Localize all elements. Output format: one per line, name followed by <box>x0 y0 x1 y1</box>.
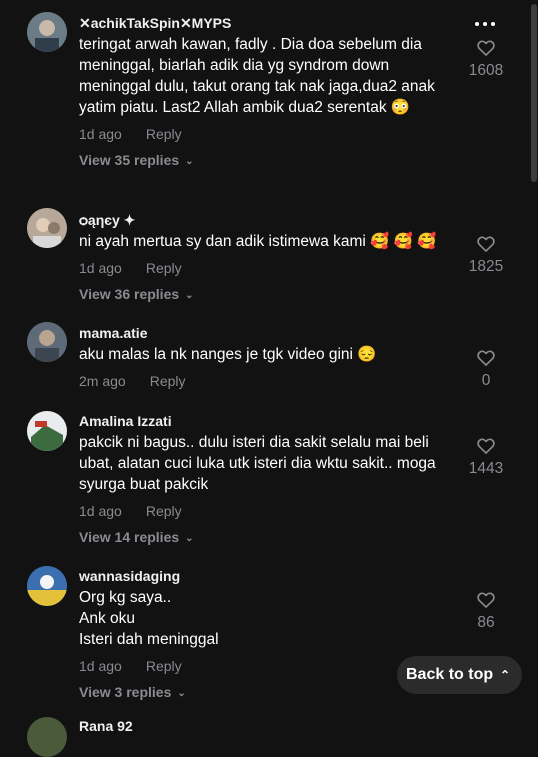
comment-meta: 1d ago Reply <box>79 657 451 675</box>
comment-text: pakcik ni bagus.. dulu isteri dia sakit … <box>79 434 436 493</box>
comment-text: teringat arwah kawan, fadly . Dia doa se… <box>79 36 435 116</box>
comment-meta: 1d ago Reply <box>79 502 451 520</box>
comment-time: 1d ago <box>79 658 122 674</box>
more-horizontal-icon[interactable] <box>475 15 497 33</box>
view-replies-button[interactable]: View 14 replies ⌄ <box>79 528 451 546</box>
comment-username[interactable]: ✕achikTakSpin✕MYPS <box>79 14 451 32</box>
like-control: 1825 <box>460 234 512 276</box>
like-count: 1443 <box>468 460 504 477</box>
reply-button[interactable]: Reply <box>146 260 182 276</box>
chevron-down-icon: ⌄ <box>185 156 194 167</box>
comment-time: 2m ago <box>79 373 126 389</box>
heart-icon[interactable] <box>476 234 496 254</box>
chevron-down-icon: ⌄ <box>185 533 194 544</box>
like-control: 86 <box>460 590 512 632</box>
comment-text: ni ayah mertua sy dan adik istimewa kami… <box>79 233 437 250</box>
comment-text: Org kg saya.. Ank oku Isteri dah meningg… <box>79 589 219 648</box>
reply-button[interactable]: Reply <box>146 503 182 519</box>
view-replies-button[interactable]: View 3 replies ⌄ <box>79 683 451 701</box>
reply-button[interactable]: Reply <box>146 126 182 142</box>
comment-meta: 1d ago Reply <box>79 259 451 277</box>
heart-icon[interactable] <box>476 590 496 610</box>
scrollbar-thumb[interactable] <box>531 4 537 182</box>
comment-time: 1d ago <box>79 260 122 276</box>
chevron-down-icon: ⌄ <box>185 290 194 301</box>
comment-username[interactable]: Amalina Izzati <box>79 412 451 430</box>
scrollbar[interactable] <box>530 0 538 727</box>
avatar[interactable] <box>27 12 67 52</box>
reply-button[interactable]: Reply <box>150 373 186 389</box>
avatar[interactable] <box>27 566 67 606</box>
comment-time: 1d ago <box>79 503 122 519</box>
avatar[interactable] <box>27 208 67 248</box>
like-control: 0 <box>460 348 512 390</box>
heart-icon[interactable] <box>476 348 496 368</box>
like-count: 86 <box>477 614 495 631</box>
avatar[interactable] <box>27 411 67 451</box>
reply-button[interactable]: Reply <box>146 658 182 674</box>
back-to-top-button[interactable]: Back to top ⌃ <box>397 656 522 694</box>
like-count: 1608 <box>468 62 504 79</box>
comment-username[interactable]: mama.atie <box>79 324 451 342</box>
heart-icon[interactable] <box>476 38 496 58</box>
view-replies-button[interactable]: View 35 replies ⌄ <box>79 151 451 169</box>
chevron-down-icon: ⌄ <box>177 688 186 699</box>
comment-meta: 1d ago Reply <box>79 125 451 143</box>
back-to-top-label: Back to top <box>406 666 494 683</box>
like-control: 1443 <box>460 436 512 478</box>
comment-text: aku malas la nk nanges je tgk video gini… <box>79 346 377 363</box>
avatar[interactable] <box>27 322 67 362</box>
like-control: 1608 <box>460 38 512 80</box>
like-count: 0 <box>481 372 491 389</box>
view-replies-button[interactable]: View 36 replies ⌄ <box>79 285 451 303</box>
comment-time: 1d ago <box>79 126 122 142</box>
comment-list: ✕achikTakSpin✕MYPS teringat arwah kawan,… <box>0 0 538 757</box>
comment-username[interactable]: Rana 92 <box>79 718 133 734</box>
heart-icon[interactable] <box>476 436 496 456</box>
double-chevron-up-icon: ⌃ <box>499 668 510 682</box>
comment-username[interactable]: wannasidaging <box>79 567 451 585</box>
comment-username[interactable]: ѻąηєу ✦ <box>79 211 451 229</box>
like-count: 1825 <box>468 258 504 275</box>
avatar[interactable] <box>27 717 67 757</box>
comment-meta: 2m ago Reply <box>79 372 451 390</box>
